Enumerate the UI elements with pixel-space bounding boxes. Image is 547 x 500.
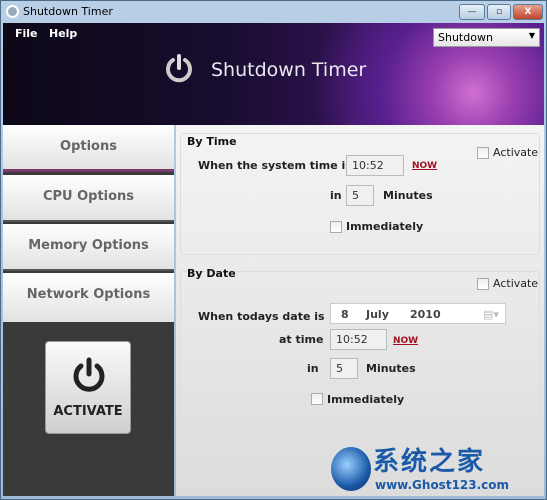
by-date-immediately-checkbox[interactable] bbox=[311, 393, 323, 405]
by-time-immediately-label: Immediately bbox=[346, 220, 424, 233]
window-title: Shutdown Timer bbox=[23, 5, 113, 18]
by-date-minutes-input[interactable]: 5 bbox=[330, 358, 358, 379]
watermark-logo-icon bbox=[331, 447, 371, 491]
app-power-icon bbox=[6, 5, 19, 18]
date-month: July bbox=[366, 308, 389, 321]
date-day: 8 bbox=[341, 308, 349, 321]
date-picker[interactable]: 8 July 2010 ▤▾ bbox=[330, 303, 506, 324]
tab-memory-options[interactable]: Memory Options bbox=[3, 224, 174, 271]
menu-help[interactable]: Help bbox=[49, 27, 77, 40]
app-logo-text: Shutdown Timer bbox=[211, 59, 367, 81]
by-time-title: By Time bbox=[187, 135, 237, 148]
power-logo-icon bbox=[166, 54, 192, 83]
header-banner: File Help Shutdown ▼ Shutdown Timer bbox=[3, 23, 544, 125]
date-year: 2010 bbox=[410, 308, 441, 321]
watermark-url: www.Ghost123.com bbox=[375, 478, 510, 492]
by-time-minutes-input[interactable]: 5 bbox=[346, 185, 374, 206]
by-time-time-input[interactable]: 10:52 bbox=[346, 155, 404, 176]
by-time-when-label: When the system time is bbox=[198, 159, 352, 172]
by-date-activate-label: Activate bbox=[493, 277, 539, 290]
action-select-value: Shutdown bbox=[438, 31, 493, 44]
tab-cpu-options[interactable]: CPU Options bbox=[3, 175, 174, 222]
tab-options[interactable]: Options bbox=[3, 125, 174, 172]
app-window: Shutdown Timer — ▫ X File Help Shutdown ▼… bbox=[0, 0, 547, 500]
power-icon bbox=[73, 357, 105, 392]
by-date-when-label: When todays date is bbox=[198, 310, 325, 323]
close-button[interactable]: X bbox=[513, 4, 543, 20]
watermark-cn-text: 系统之家 bbox=[373, 447, 486, 477]
by-time-in-label: in bbox=[330, 189, 342, 202]
by-time-now-link[interactable]: NOW bbox=[412, 161, 437, 171]
minimize-button[interactable]: — bbox=[459, 4, 485, 20]
activate-button[interactable]: ACTIVATE bbox=[45, 341, 131, 434]
chevron-down-icon: ▼ bbox=[528, 31, 535, 40]
watermark: 系统之家 www.Ghost123.com bbox=[331, 441, 546, 499]
activate-label: ACTIVATE bbox=[53, 404, 123, 419]
by-date-now-link[interactable]: NOW bbox=[393, 336, 418, 346]
maximize-button[interactable]: ▫ bbox=[487, 4, 511, 20]
by-date-activate-checkbox[interactable] bbox=[477, 278, 489, 290]
by-date-time-input[interactable]: 10:52 bbox=[330, 329, 387, 350]
by-date-immediately-label: Immediately bbox=[327, 393, 405, 406]
by-date-at-time-label: at time bbox=[279, 333, 324, 346]
sidebar: Options CPU Options Memory Options Netwo… bbox=[3, 125, 174, 496]
by-time-activate-checkbox[interactable] bbox=[477, 147, 489, 159]
calendar-icon[interactable]: ▤▾ bbox=[483, 308, 499, 321]
by-date-title: By Date bbox=[187, 267, 236, 280]
tab-network-options[interactable]: Network Options bbox=[3, 273, 174, 322]
by-date-in-label: in bbox=[307, 362, 319, 375]
by-time-activate-label: Activate bbox=[493, 146, 539, 159]
title-bar: Shutdown Timer — ▫ X bbox=[1, 1, 546, 23]
menu-file[interactable]: File bbox=[15, 27, 38, 40]
by-time-immediately-checkbox[interactable] bbox=[330, 221, 342, 233]
by-date-minutes-label: Minutes bbox=[366, 362, 416, 375]
action-select[interactable]: Shutdown ▼ bbox=[433, 28, 540, 47]
by-time-minutes-label: Minutes bbox=[383, 189, 433, 202]
